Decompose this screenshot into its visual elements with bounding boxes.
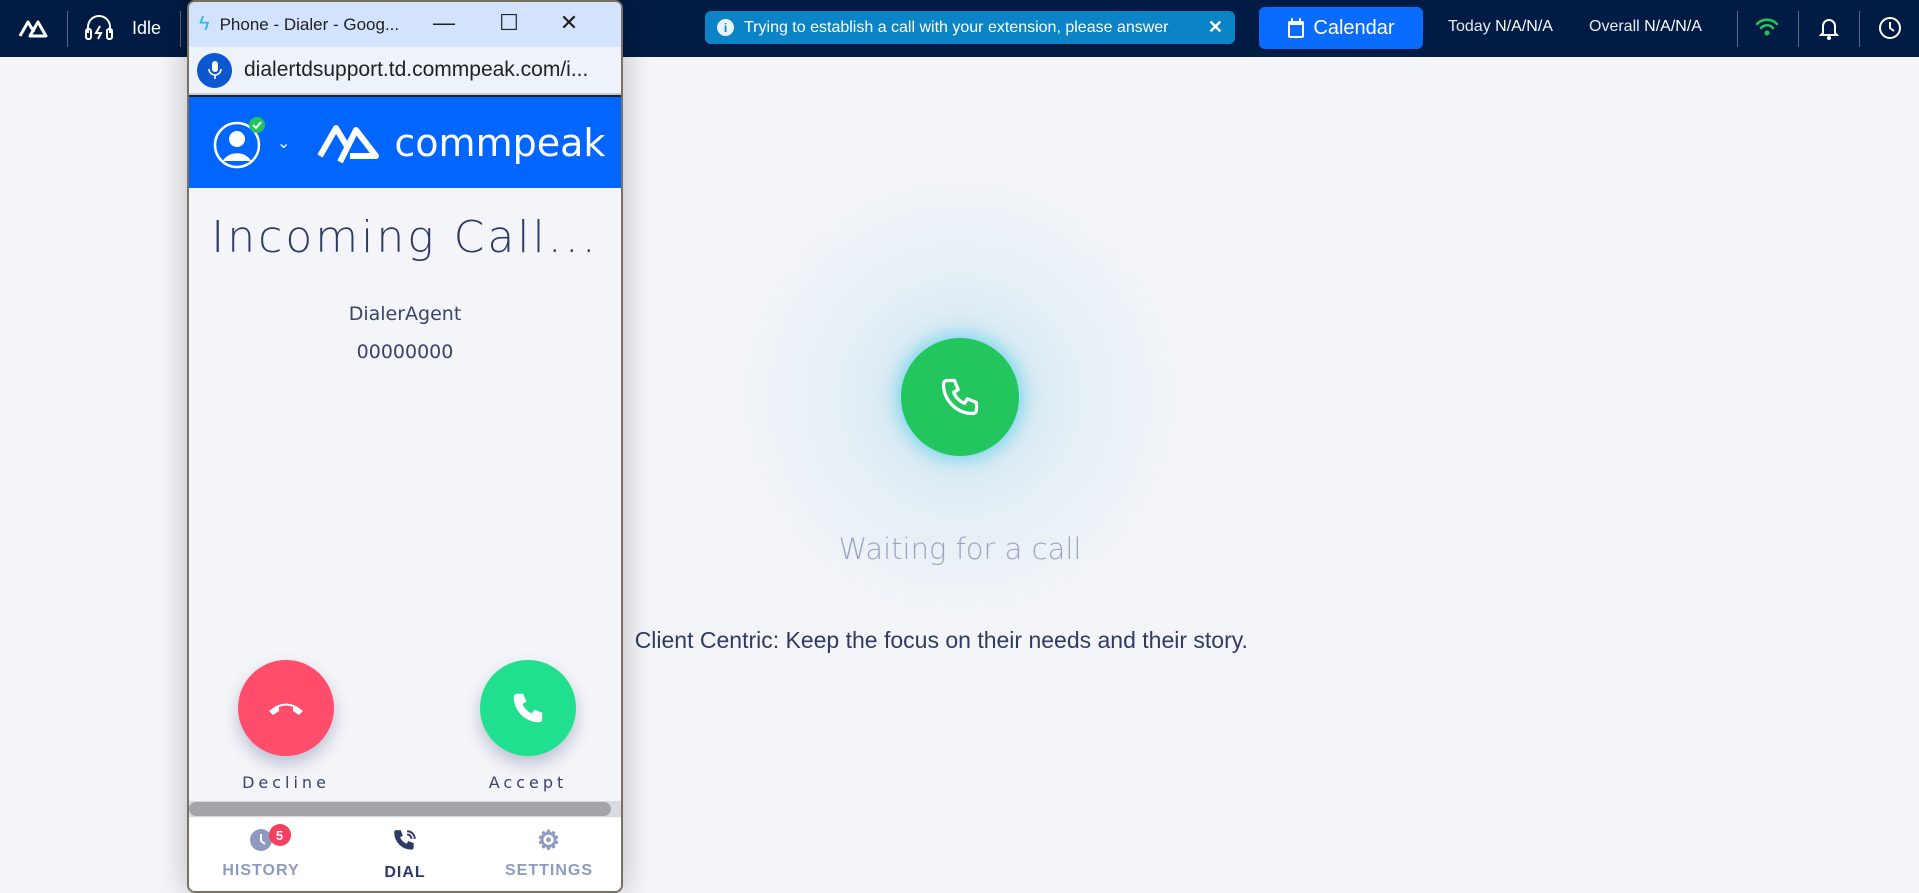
microphone-icon[interactable] xyxy=(197,52,232,88)
today-value: N/A/N/A xyxy=(1495,18,1553,35)
history-badge: 5 xyxy=(269,824,291,846)
divider xyxy=(180,11,181,47)
notification-banner: i Trying to establish a call with your e… xyxy=(705,11,1235,44)
notification-text: Trying to establish a call with your ext… xyxy=(744,18,1169,36)
divider xyxy=(1798,11,1799,47)
url-text: dialertdsupport.td.commpeak.com/i... xyxy=(244,58,589,81)
minimize-icon[interactable]: — xyxy=(429,10,459,36)
caller-name: DialerAgent xyxy=(348,303,462,325)
incoming-call-heading: Incoming Call... xyxy=(211,212,599,263)
nav-settings[interactable]: ⚙ SETTINGS xyxy=(477,818,621,891)
chevron-down-icon[interactable]: ⌄ xyxy=(277,133,290,153)
horizontal-scrollbar[interactable] xyxy=(189,801,621,817)
hang-up-icon xyxy=(269,703,303,715)
agent-status[interactable]: Idle xyxy=(132,18,161,39)
dialer-popup-window: ϟ Phone - Dialer - Goog... — ☐ ✕ dialert… xyxy=(187,0,623,893)
decline-button[interactable] xyxy=(238,660,334,756)
nav-settings-label: SETTINGS xyxy=(504,862,593,879)
calendar-icon xyxy=(1288,18,1305,38)
close-window-icon[interactable]: ✕ xyxy=(554,10,584,36)
clock-icon[interactable] xyxy=(1878,16,1902,40)
bottom-nav: 5 HISTORY DIAL ⚙ SETTINGS xyxy=(189,818,621,891)
nav-history[interactable]: 5 HISTORY xyxy=(189,818,333,891)
divider xyxy=(1737,11,1738,47)
lightning-icon: ϟ xyxy=(199,13,210,35)
commpeak-logo-icon xyxy=(317,124,380,163)
phone-icon xyxy=(941,378,979,416)
gear-icon: ⚙ xyxy=(536,825,562,855)
overall-label: Overall xyxy=(1589,18,1640,35)
caller-number: 00000000 xyxy=(356,341,454,363)
scrollbar-thumb[interactable] xyxy=(189,802,611,816)
today-stat: Today N/A/N/A xyxy=(1448,18,1553,36)
close-icon[interactable]: ✕ xyxy=(1208,17,1223,38)
overall-stat: Overall N/A/N/A xyxy=(1589,18,1702,36)
wifi-icon[interactable] xyxy=(1755,16,1779,38)
waiting-text: Waiting for a call xyxy=(838,532,1082,566)
accept-button[interactable] xyxy=(480,660,576,756)
user-avatar-icon[interactable] xyxy=(213,115,265,171)
info-icon: i xyxy=(717,19,734,36)
brand-name: commpeak xyxy=(394,120,606,165)
quote-text: Client Centric: Keep the focus on their … xyxy=(634,627,1248,653)
divider xyxy=(67,11,68,47)
headset-icon[interactable] xyxy=(84,13,114,45)
nav-history-label: HISTORY xyxy=(222,862,300,879)
decline-label: Decline xyxy=(242,773,330,792)
divider xyxy=(1859,11,1860,47)
phone-button xyxy=(901,338,1019,456)
dialer-header: ⌄ commpeak xyxy=(189,95,621,188)
nav-dial-label: DIAL xyxy=(384,864,426,881)
commpeak-logo-icon[interactable] xyxy=(18,16,50,40)
url-bar[interactable]: dialertdsupport.td.commpeak.com/i... xyxy=(189,47,621,95)
phone-icon xyxy=(513,693,543,723)
accept-label: Accept xyxy=(488,773,568,792)
nav-dial[interactable]: DIAL xyxy=(333,818,477,891)
window-title-bar[interactable]: ϟ Phone - Dialer - Goog... — ☐ ✕ xyxy=(189,2,621,47)
dial-phone-icon xyxy=(394,830,416,850)
waiting-call-indicator xyxy=(720,157,1200,637)
overall-value: N/A/N/A xyxy=(1644,18,1702,35)
tip-quote: Δ Client Centric: Keep the focus on thei… xyxy=(612,627,1248,654)
calendar-button[interactable]: Calendar xyxy=(1259,7,1423,49)
calendar-label: Calendar xyxy=(1313,16,1395,39)
window-title: Phone - Dialer - Goog... xyxy=(219,14,400,34)
bell-icon[interactable] xyxy=(1819,16,1839,40)
maximize-icon[interactable]: ☐ xyxy=(494,10,524,36)
today-label: Today xyxy=(1448,18,1491,35)
